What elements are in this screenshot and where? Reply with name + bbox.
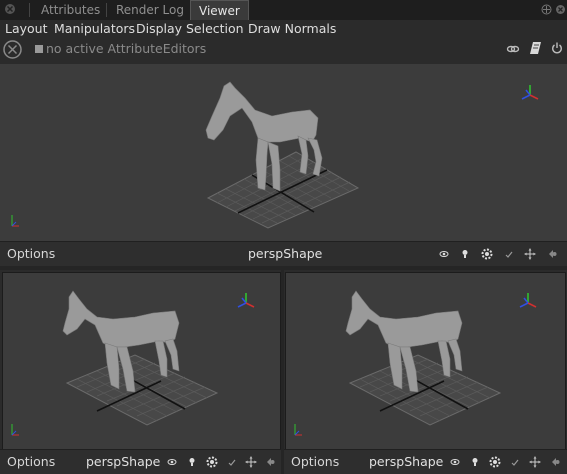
tab-attributes[interactable]: Attributes (41, 0, 100, 20)
tab-viewer[interactable]: Viewer (190, 0, 249, 20)
scene-bottom-right (294, 290, 537, 436)
ground-grid (206, 151, 360, 229)
menu-manipulators[interactable]: Manipulators (54, 20, 135, 38)
world-axis-indicator (294, 424, 302, 436)
viewport-top[interactable] (0, 64, 567, 241)
viewport-bottom-right-toolbar: Options perspShape (284, 449, 567, 474)
vertical-splitter[interactable] (281, 270, 284, 474)
menu-display[interactable]: Display (136, 20, 182, 38)
link-icon[interactable] (506, 43, 520, 55)
clear-icon[interactable] (3, 40, 22, 59)
pane-menu-icon[interactable] (4, 3, 16, 15)
options-button[interactable]: Options (7, 242, 55, 266)
power-icon[interactable] (551, 42, 563, 54)
menu-selection[interactable]: Selection (186, 20, 244, 38)
view-axis-gizmo (237, 293, 255, 308)
view-axis-gizmo (519, 293, 537, 308)
light-icon[interactable] (469, 456, 481, 468)
collapse-icon[interactable] (549, 456, 561, 468)
check-icon[interactable] (503, 248, 515, 260)
pane-float-icon[interactable] (541, 4, 552, 15)
view-axis-gizmo (521, 85, 539, 100)
pane-close-icon[interactable] (555, 4, 566, 15)
horse-scene (62, 290, 219, 426)
collapse-icon[interactable] (546, 248, 558, 260)
camera-label[interactable]: perspShape (86, 450, 160, 474)
viewport-top-toolbar: Options perspShape (0, 241, 567, 266)
eye-icon[interactable] (449, 456, 461, 468)
horse-scene (205, 81, 360, 229)
menu-bar: Layout Manipulators Display Selection Dr… (0, 20, 567, 38)
ground-grid (65, 354, 219, 426)
gear-icon[interactable] (481, 248, 493, 260)
tab-separator (106, 3, 107, 17)
scene-top (11, 81, 539, 229)
ground-grid (348, 354, 502, 426)
tab-bar: Attributes Render Log Viewer (0, 0, 567, 21)
camera-label[interactable]: perspShape (248, 242, 322, 266)
display-mode-icon[interactable] (529, 41, 542, 55)
menu-layout[interactable]: Layout (5, 20, 48, 38)
scene-bottom-left (11, 290, 255, 436)
check-icon[interactable] (509, 456, 521, 468)
menu-draw-normals[interactable]: Draw Normals (248, 20, 336, 38)
light-icon[interactable] (459, 248, 471, 260)
collapse-icon[interactable] (264, 456, 276, 468)
viewport-bottom-left-toolbar: Options perspShape (0, 449, 281, 474)
move-icon[interactable] (529, 456, 541, 468)
attribute-editor-bar: no active AttributeEditors (0, 38, 567, 64)
gear-icon[interactable] (206, 456, 218, 468)
options-button[interactable]: Options (7, 450, 55, 474)
horse-scene (345, 290, 502, 426)
tab-separator (29, 3, 30, 17)
ae-checkbox[interactable] (35, 45, 43, 53)
gear-icon[interactable] (489, 456, 501, 468)
world-axis-indicator (11, 215, 19, 227)
world-axis-indicator (11, 424, 19, 436)
viewport-bottom-right[interactable] (285, 272, 566, 450)
move-icon[interactable] (524, 248, 536, 260)
eye-icon[interactable] (166, 456, 178, 468)
camera-label[interactable]: perspShape (369, 450, 443, 474)
options-button[interactable]: Options (291, 450, 339, 474)
viewport-bottom-left[interactable] (2, 272, 281, 450)
ae-status-text: no active AttributeEditors (46, 41, 207, 56)
check-icon[interactable] (226, 456, 238, 468)
eye-icon[interactable] (438, 248, 450, 260)
light-icon[interactable] (186, 456, 198, 468)
move-icon[interactable] (245, 456, 257, 468)
tab-render-log[interactable]: Render Log (116, 0, 184, 20)
